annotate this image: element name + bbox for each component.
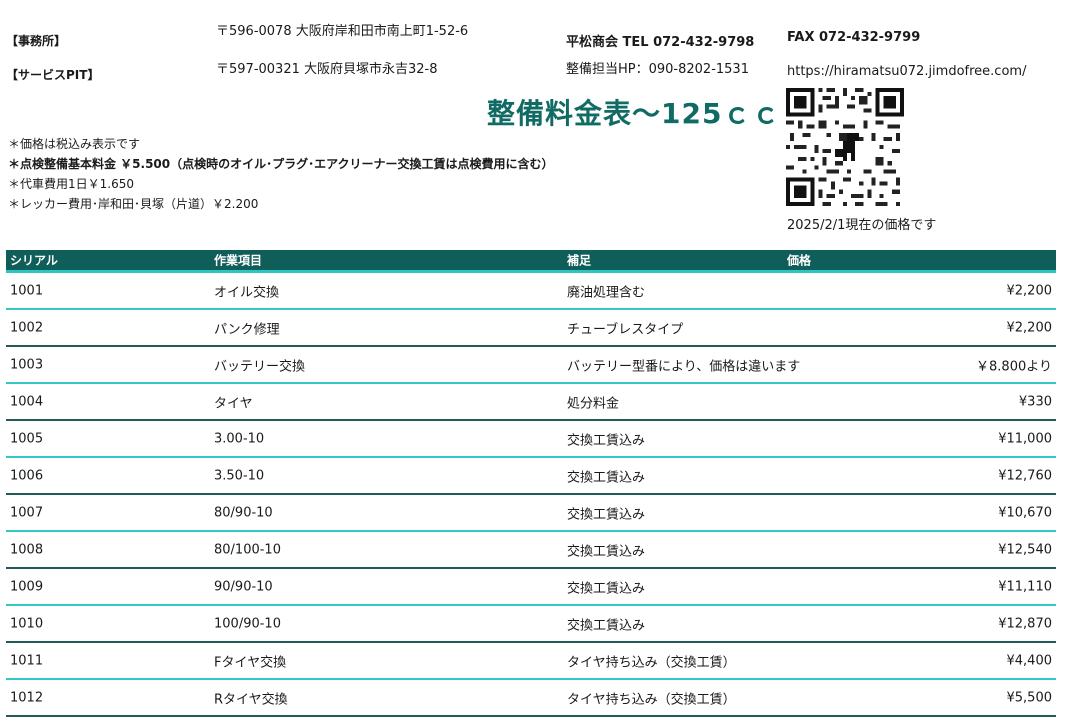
row-note: 交換工賃込み [567,433,646,448]
table-row: 1005 3.00-10 交換工賃込み ¥11,000 [6,421,1056,458]
price-as-of-date: 2025/2/1現在の価格です [787,218,937,233]
table-row: 1004 タイヤ 処分料金 ¥330 [6,384,1056,421]
row-price: ￥8.800より [976,359,1052,374]
row-price: ¥2,200 [1006,320,1053,335]
row-serial: 1009 [10,579,44,594]
row-item: パンク修理 [214,322,280,337]
website-link[interactable]: https://hiramatsu072.jimdofree.com/ [787,64,1026,79]
row-price: ¥330 [1018,394,1052,409]
row-price: ¥2,200 [1006,283,1053,298]
column-header-note: 補足 [567,253,592,268]
row-serial: 1004 [10,394,44,409]
row-item: タイヤ [214,396,253,411]
row-serial: 1003 [10,357,44,372]
office-label: 【事務所】 [6,34,67,48]
row-note: タイヤ持ち込み（交換工賃） [567,692,736,707]
note-tax-included: ＊価格は税込み表示です [8,137,141,151]
table-header: シリアル 作業項目 補足 価格 [6,250,1056,273]
row-price: ¥12,760 [998,468,1052,483]
mechanic-phone: 整備担当HP：090-8202-1531 [566,62,749,77]
row-note: 処分料金 [567,396,620,411]
row-note: 交換工賃込み [567,544,646,559]
table-row: 1007 80/90-10 交換工賃込み ¥10,670 [6,495,1056,532]
row-price: ¥11,110 [998,579,1052,594]
row-note: 交換工賃込み [567,507,646,522]
row-serial: 1010 [10,616,44,631]
price-table: シリアル 作業項目 補足 価格 1001 オイル交換 廃油処理含む ¥2,200… [6,250,1056,717]
row-item: 3.50-10 [214,468,265,483]
row-serial: 1012 [10,690,44,705]
row-item: 3.00-10 [214,431,265,446]
row-price: ¥11,000 [998,431,1052,446]
row-item: 80/100-10 [214,542,281,557]
row-note: 廃油処理含む [567,285,646,300]
note-tow-fee: ＊レッカー費用･岸和田･貝塚（片道）￥2.200 [8,197,259,211]
row-price: ¥12,540 [998,542,1052,557]
row-serial: 1011 [10,653,44,668]
table-row: 1009 90/90-10 交換工賃込み ¥11,110 [6,569,1056,606]
row-item: 80/90-10 [214,505,273,520]
row-note: タイヤ持ち込み（交換工賃） [567,655,736,670]
row-item: バッテリー交換 [214,359,306,374]
row-note: バッテリー型番により、価格は違います [567,359,801,374]
row-note: チューブレスタイプ [567,322,684,337]
table-row: 1003 バッテリー交換 バッテリー型番により、価格は違います ￥8.800より [6,347,1056,384]
note-basic-inspection-fee: ＊点検整備基本料金 ￥5.500（点検時のオイル･プラグ･エアクリーナー交換工賃… [8,157,554,171]
service-pit-address: 〒597-00321 大阪府貝塚市永吉32-8 [216,62,438,77]
fax-number: FAX 072-432-9799 [787,30,921,45]
page-title: 整備料金表～125ｃｃ [487,97,781,130]
table-row: 1001 オイル交換 廃油処理含む ¥2,200 [6,273,1056,310]
column-header-serial: シリアル [10,253,58,268]
table-row: 1011 Fタイヤ交換 タイヤ持ち込み（交換工賃） ¥4,400 [6,643,1056,680]
table-row: 1008 80/100-10 交換工賃込み ¥12,540 [6,532,1056,569]
service-pit-label: 【サービスPIT】 [6,68,100,82]
table-row: 1010 100/90-10 交換工賃込み ¥12,870 [6,606,1056,643]
note-loaner-fee: ＊代車費用1日￥1.650 [8,177,134,191]
row-item: Fタイヤ交換 [214,655,287,670]
column-header-work-item: 作業項目 [214,253,263,268]
row-serial: 1008 [10,542,44,557]
row-note: 交換工賃込み [567,470,646,485]
row-item: オイル交換 [214,285,280,300]
row-item: 90/90-10 [214,579,273,594]
row-item: 100/90-10 [214,616,281,631]
table-row: 1006 3.50-10 交換工賃込み ¥12,760 [6,458,1056,495]
row-price: ¥12,870 [998,616,1052,631]
table-row: 1012 Rタイヤ交換 タイヤ持ち込み（交換工賃） ¥5,500 [6,680,1056,717]
qr-code-icon [786,88,904,206]
row-price: ¥5,500 [1006,690,1053,705]
row-serial: 1002 [10,320,44,335]
table-row: 1002 パンク修理 チューブレスタイプ ¥2,200 [6,310,1056,347]
row-price: ¥10,670 [998,505,1052,520]
row-note: 交換工賃込み [567,618,646,633]
column-header-price: 価格 [787,253,812,268]
row-item: Rタイヤ交換 [214,692,288,707]
row-note: 交換工賃込み [567,581,646,596]
row-serial: 1007 [10,505,44,520]
row-serial: 1001 [10,283,44,298]
row-serial: 1005 [10,431,44,446]
office-address: 〒596-0078 大阪府岸和田市南上町1-52-6 [216,24,469,39]
row-serial: 1006 [10,468,44,483]
row-price: ¥4,400 [1006,653,1053,668]
company-tel: 平松商会 TEL 072-432-9798 [566,35,755,50]
